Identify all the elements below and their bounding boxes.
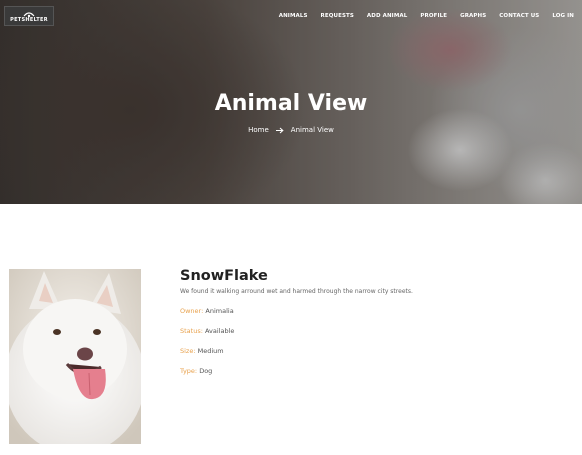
hero-banner: PETSHELTER ANIMALS REQUESTS ADD ANIMAL P… xyxy=(0,0,582,204)
animal-photo xyxy=(9,269,141,444)
nav-item-requests[interactable]: REQUESTS xyxy=(321,13,354,19)
field-type-label: Type: xyxy=(180,367,198,375)
field-type: Type: Dog xyxy=(180,367,575,375)
field-type-value: Dog xyxy=(199,367,213,375)
breadcrumb-home[interactable]: Home xyxy=(248,126,269,134)
arrow-right-icon xyxy=(275,127,284,133)
nav-item-profile[interactable]: PROFILE xyxy=(420,13,447,19)
nav-item-animals[interactable]: ANIMALS xyxy=(279,13,308,19)
site-logo[interactable]: PETSHELTER xyxy=(4,6,54,26)
field-owner-label: Owner: xyxy=(180,307,204,315)
nav-item-add-animal[interactable]: ADD ANIMAL xyxy=(367,13,407,19)
field-status: Status: Available xyxy=(180,327,575,335)
main-nav: ANIMALS REQUESTS ADD ANIMAL PROFILE GRAP… xyxy=(266,13,574,19)
animal-details: SnowFlake We found it walking arround we… xyxy=(180,268,575,375)
field-size-value: Medium xyxy=(197,347,224,355)
animal-description: We found it walking arround wet and harm… xyxy=(180,288,413,295)
animal-name: SnowFlake xyxy=(180,268,268,284)
paw-icon xyxy=(23,12,35,18)
nav-item-log-in[interactable]: LOG IN xyxy=(552,13,574,19)
breadcrumb-current: Animal View xyxy=(290,126,334,134)
field-size: Size: Medium xyxy=(180,347,575,355)
field-status-value: Available xyxy=(204,327,235,335)
breadcrumb: Home Animal View xyxy=(0,126,582,134)
field-owner-value: Animalia xyxy=(205,307,234,315)
field-status-label: Status: xyxy=(180,327,203,335)
field-owner: Owner: Animalia xyxy=(180,307,575,315)
page-title: Animal View xyxy=(214,91,368,116)
nav-item-contact-us[interactable]: CONTACT US xyxy=(499,13,539,19)
field-size-label: Size: xyxy=(180,347,196,355)
nav-item-graphs[interactable]: GRAPHS xyxy=(460,13,486,19)
